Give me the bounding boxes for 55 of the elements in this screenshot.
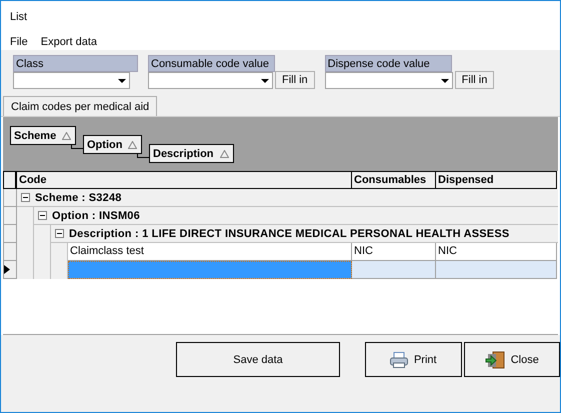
- column-header[interactable]: Consumables: [352, 171, 436, 189]
- header-corner: [3, 171, 17, 189]
- close-button[interactable]: Close: [464, 342, 560, 377]
- filter-label: Consumable code value: [148, 55, 275, 72]
- group-row[interactable]: Scheme : S3248: [17, 189, 558, 207]
- current-row-icon: [4, 265, 10, 274]
- column-header[interactable]: Dispensed: [436, 171, 557, 189]
- group-by-chip[interactable]: Option: [83, 135, 142, 154]
- row-indicator[interactable]: [3, 261, 17, 279]
- table-cell[interactable]: [68, 261, 352, 279]
- table-cell[interactable]: NIC: [352, 243, 436, 261]
- filter-label: Class: [13, 55, 138, 72]
- indent-cell: [17, 261, 34, 279]
- group-by-chip[interactable]: Description: [149, 144, 234, 163]
- dropdown-arrow-icon[interactable]: [261, 78, 269, 82]
- table-cell[interactable]: [352, 261, 436, 279]
- dropdown-field[interactable]: [324, 72, 453, 89]
- indent-cell: [17, 207, 34, 225]
- group-row[interactable]: Description : 1 LIFE DIRECT INSURANCE MEDICAL PERSONAL HEALTH ASSESS: [51, 225, 558, 243]
- door-exit-icon: [484, 350, 505, 368]
- group-label: Scheme : S3248: [35, 192, 122, 204]
- dropdown-arrow-icon[interactable]: [440, 78, 449, 82]
- tab[interactable]: Claim codes per medical aid: [3, 96, 158, 116]
- dropdown-field[interactable]: [13, 72, 130, 89]
- filter-label: Dispense code value: [324, 55, 452, 72]
- menu-item[interactable]: Export data: [40, 36, 97, 48]
- indent-cell: [51, 261, 68, 279]
- save-button[interactable]: Save data: [176, 342, 340, 377]
- sort-icon: [128, 140, 138, 148]
- dropdown-field[interactable]: [148, 72, 273, 89]
- indent-cell: [51, 243, 68, 261]
- table-cell[interactable]: Claimclass test: [68, 243, 352, 261]
- fill-in-button[interactable]: Fill in: [454, 71, 494, 89]
- collapse-icon[interactable]: [38, 211, 47, 220]
- sort-icon: [220, 150, 229, 158]
- fill-in-button[interactable]: Fill in: [275, 71, 315, 89]
- group-label: Description : 1 LIFE DIRECT INSURANCE MEDICAL PERSONAL HEALTH ASSESS: [69, 228, 510, 240]
- table-cell[interactable]: [436, 261, 557, 279]
- row-header[interactable]: [3, 225, 17, 243]
- group-row[interactable]: Option : INSM06: [34, 207, 558, 225]
- printer-icon: [390, 352, 408, 368]
- column-header[interactable]: Code: [17, 171, 352, 189]
- indent-cell: [34, 261, 51, 279]
- collapse-icon[interactable]: [55, 229, 64, 238]
- print-button[interactable]: Print: [365, 342, 462, 377]
- sort-icon: [62, 132, 72, 140]
- menu-item[interactable]: File: [10, 36, 28, 48]
- group-label: Option : INSM06: [52, 210, 140, 222]
- collapse-icon[interactable]: [21, 193, 30, 202]
- indent-cell: [34, 225, 51, 243]
- table-cell[interactable]: NIC: [436, 243, 557, 261]
- window-title: List: [10, 11, 28, 23]
- row-header[interactable]: [3, 207, 17, 225]
- dropdown-arrow-icon[interactable]: [118, 78, 126, 82]
- group-by-chip[interactable]: Scheme: [10, 126, 76, 145]
